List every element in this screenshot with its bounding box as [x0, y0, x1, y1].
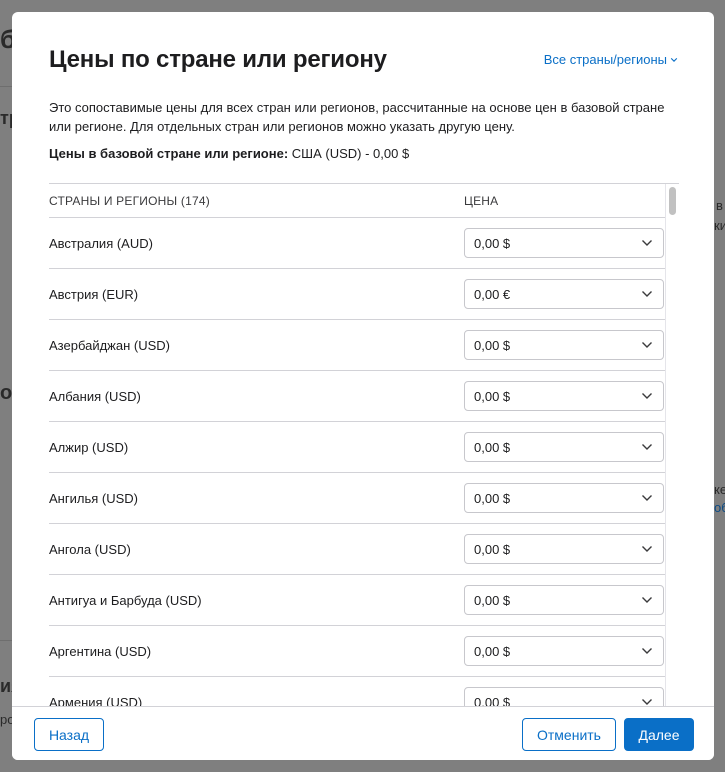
price-select[interactable]: 0,00 $: [464, 381, 664, 411]
table-body: Австралия (AUD) 0,00 $ Австрия (EUR) 0,00 €…: [49, 218, 679, 706]
price-value: 0,00 €: [474, 286, 511, 302]
country-name: Ангилья (USD): [49, 490, 138, 506]
country-name: Австралия (AUD): [49, 235, 153, 251]
table-row: Австралия (AUD) 0,00 $: [49, 218, 679, 269]
country-name: Ангола (USD): [49, 541, 131, 557]
price-value: 0,00 $: [474, 235, 511, 251]
price-select[interactable]: 0,00 €: [464, 279, 664, 309]
country-name: Азербайджан (USD): [49, 337, 170, 353]
cancel-button[interactable]: Отменить: [522, 718, 616, 751]
bg-fragment: в: [716, 198, 723, 213]
price-select[interactable]: 0,00 $: [464, 330, 664, 360]
bg-fragment: ке: [714, 482, 725, 497]
price-table: СТРАНЫ И РЕГИОНЫ (174) ЦЕНА Австралия (A…: [49, 183, 679, 706]
table-row: Ангилья (USD) 0,00 $: [49, 473, 679, 524]
column-header-price: ЦЕНА: [464, 193, 499, 208]
chevron-down-icon: [642, 291, 652, 297]
modal-description: Это сопоставимые цены для всех стран или…: [49, 100, 665, 134]
pricing-modal: Цены по стране или региону Все страны/ре…: [12, 12, 714, 760]
scrollbar-thumb[interactable]: [669, 187, 676, 215]
base-price-value: США (USD) - 0,00 $: [291, 146, 410, 161]
table-row: Ангола (USD) 0,00 $: [49, 524, 679, 575]
price-value: 0,00 $: [474, 643, 511, 659]
table-header: СТРАНЫ И РЕГИОНЫ (174) ЦЕНА: [49, 184, 679, 218]
bg-link-fragment: об: [714, 500, 725, 515]
price-select[interactable]: 0,00 $: [464, 585, 664, 615]
country-name: Аргентина (USD): [49, 643, 152, 659]
price-select[interactable]: 0,00 $: [464, 636, 664, 666]
bg-divider: [0, 640, 12, 641]
chevron-down-icon: [642, 546, 652, 552]
price-select[interactable]: 0,00 $: [464, 432, 664, 462]
price-value: 0,00 $: [474, 694, 511, 707]
price-value: 0,00 $: [474, 541, 511, 557]
price-value: 0,00 $: [474, 388, 511, 404]
price-select[interactable]: 0,00 $: [464, 228, 664, 258]
table-row: Азербайджан (USD) 0,00 $: [49, 320, 679, 371]
modal-title: Цены по стране или региону: [49, 46, 387, 73]
table-scrollbar[interactable]: [665, 184, 679, 706]
price-select[interactable]: 0,00 $: [464, 534, 664, 564]
table-row: Антигуа и Барбуда (USD) 0,00 $: [49, 575, 679, 626]
table-row: Алжир (USD) 0,00 $: [49, 422, 679, 473]
next-button[interactable]: Далее: [624, 718, 694, 751]
price-select[interactable]: 0,00 $: [464, 687, 664, 706]
country-name: Австрия (EUR): [49, 286, 139, 302]
table-row: Австрия (EUR) 0,00 €: [49, 269, 679, 320]
region-filter-dropdown[interactable]: Все страны/регионы: [544, 52, 678, 67]
country-name: Антигуа и Барбуда (USD): [49, 592, 202, 608]
price-value: 0,00 $: [474, 337, 511, 353]
base-price-line: Цены в базовой стране или регионе: США (…: [49, 146, 409, 161]
chevron-down-icon: [642, 444, 652, 450]
chevron-down-icon: [642, 342, 652, 348]
bg-fragment: ки: [714, 218, 725, 233]
table-row: Албания (USD) 0,00 $: [49, 371, 679, 422]
country-name: Армения (USD): [49, 694, 143, 707]
bg-divider: [0, 86, 12, 87]
price-value: 0,00 $: [474, 592, 511, 608]
chevron-down-icon: [642, 699, 652, 705]
country-name: Албания (USD): [49, 388, 141, 404]
back-button[interactable]: Назад: [34, 718, 104, 751]
table-row: Армения (USD) 0,00 $: [49, 677, 679, 706]
price-select[interactable]: 0,00 $: [464, 483, 664, 513]
chevron-down-icon: [642, 597, 652, 603]
table-row: Аргентина (USD) 0,00 $: [49, 626, 679, 677]
chevron-down-icon: [642, 393, 652, 399]
chevron-down-icon: [642, 240, 652, 246]
chevron-down-icon: [642, 648, 652, 654]
chevron-down-icon: [642, 495, 652, 501]
modal-footer: Назад Отменить Далее: [12, 706, 714, 760]
country-name: Алжир (USD): [49, 439, 129, 455]
region-filter-label: Все страны/регионы: [543, 52, 667, 67]
base-price-label: Цены в базовой стране или регионе:: [49, 146, 289, 161]
price-value: 0,00 $: [474, 490, 511, 506]
price-value: 0,00 $: [474, 439, 511, 455]
column-header-country: СТРАНЫ И РЕГИОНЫ (174): [49, 193, 210, 208]
chevron-down-icon: [670, 57, 678, 62]
